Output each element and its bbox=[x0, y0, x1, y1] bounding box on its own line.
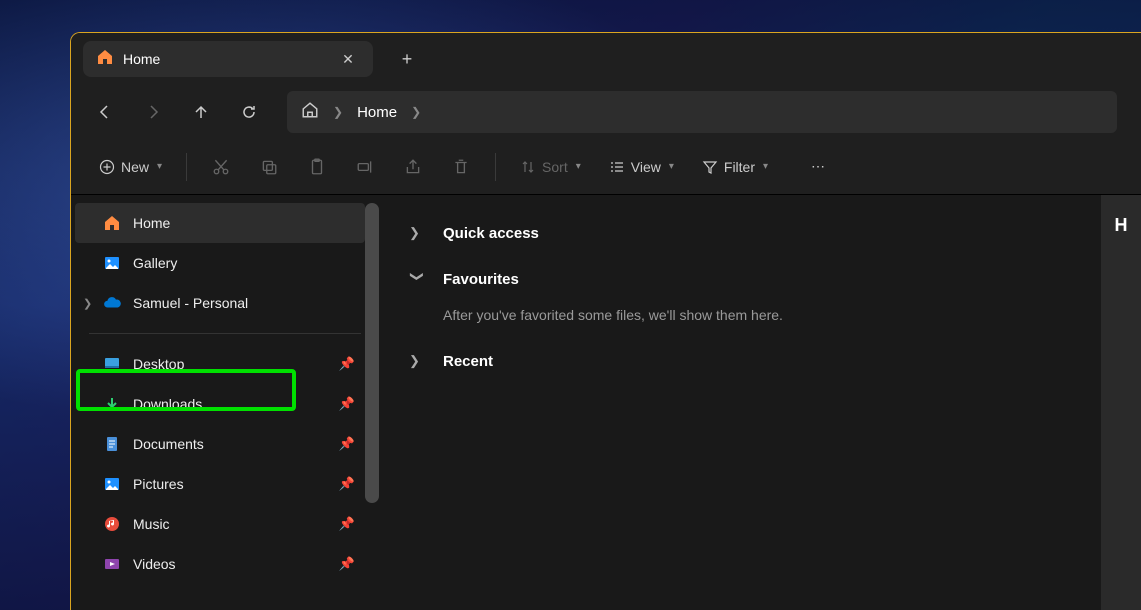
sort-button-label: Sort bbox=[542, 159, 568, 175]
new-tab-button[interactable]: + bbox=[389, 41, 425, 77]
sort-button[interactable]: Sort ▾ bbox=[510, 149, 591, 185]
pin-icon: 📌 bbox=[339, 516, 355, 532]
chevron-right-icon: ❯ bbox=[409, 353, 425, 369]
delete-button[interactable] bbox=[441, 149, 481, 185]
music-icon bbox=[103, 515, 121, 533]
desktop-icon bbox=[103, 355, 121, 373]
sidebar-item-videos[interactable]: Videos 📌 bbox=[75, 544, 365, 584]
pictures-icon bbox=[103, 475, 121, 493]
section-title: Quick access bbox=[443, 225, 539, 242]
forward-button[interactable] bbox=[133, 92, 173, 132]
sidebar-item-label: Downloads bbox=[133, 396, 202, 412]
chevron-down-icon: ▾ bbox=[576, 161, 581, 172]
up-button[interactable] bbox=[181, 92, 221, 132]
pin-icon: 📌 bbox=[339, 476, 355, 492]
sidebar-item-label: Gallery bbox=[133, 255, 177, 271]
downloads-icon bbox=[103, 395, 121, 413]
sidebar-item-label: Videos bbox=[133, 556, 176, 572]
sidebar-item-gallery[interactable]: Gallery bbox=[75, 243, 365, 283]
favourites-empty-message: After you've favorited some files, we'll… bbox=[443, 307, 1111, 323]
documents-icon bbox=[103, 435, 121, 453]
tab-home[interactable]: Home ✕ bbox=[83, 41, 373, 77]
refresh-button[interactable] bbox=[229, 92, 269, 132]
sidebar-item-label: Samuel - Personal bbox=[133, 295, 248, 311]
rename-button[interactable] bbox=[345, 149, 385, 185]
separator bbox=[186, 153, 187, 181]
sidebar-item-documents[interactable]: Documents 📌 bbox=[75, 424, 365, 464]
chevron-right-icon: ❯ bbox=[409, 225, 425, 241]
chevron-right-icon[interactable]: ❯ bbox=[83, 297, 92, 310]
sidebar-item-pictures[interactable]: Pictures 📌 bbox=[75, 464, 365, 504]
section-title: Recent bbox=[443, 353, 493, 370]
chevron-right-icon[interactable]: ❯ bbox=[411, 105, 421, 119]
section-favourites[interactable]: ❯ Favourites bbox=[409, 261, 1111, 297]
separator bbox=[495, 153, 496, 181]
new-button[interactable]: New ▾ bbox=[89, 149, 172, 185]
pin-icon: 📌 bbox=[339, 396, 355, 412]
share-button[interactable] bbox=[393, 149, 433, 185]
new-button-label: New bbox=[121, 159, 149, 175]
more-button[interactable]: ⋯ bbox=[798, 149, 838, 185]
chevron-right-icon: ❯ bbox=[333, 105, 343, 119]
pin-icon: 📌 bbox=[339, 436, 355, 452]
section-title: Favourites bbox=[443, 271, 519, 288]
details-panel[interactable]: H bbox=[1101, 195, 1141, 610]
view-button[interactable]: View ▾ bbox=[599, 149, 684, 185]
sidebar-item-downloads[interactable]: Downloads 📌 bbox=[75, 384, 365, 424]
sidebar-item-onedrive[interactable]: ❯ Samuel - Personal bbox=[75, 283, 365, 323]
content-area: Home Gallery ❯ Samuel - Personal Desktop… bbox=[71, 195, 1141, 610]
sidebar-item-home[interactable]: Home bbox=[75, 203, 365, 243]
main-panel: ❯ Quick access ❯ Favourites After you've… bbox=[379, 195, 1141, 610]
sidebar-item-label: Documents bbox=[133, 436, 204, 452]
home-icon bbox=[97, 49, 113, 70]
filter-button[interactable]: Filter ▾ bbox=[692, 149, 778, 185]
pin-icon: 📌 bbox=[339, 356, 355, 372]
copy-button[interactable] bbox=[249, 149, 289, 185]
close-tab-button[interactable]: ✕ bbox=[333, 44, 363, 74]
navigation-bar: ❯ Home ❯ bbox=[71, 85, 1141, 139]
sidebar-item-label: Home bbox=[133, 215, 170, 231]
sidebar-item-label: Music bbox=[133, 516, 170, 532]
pin-icon: 📌 bbox=[339, 556, 355, 572]
sidebar-item-music[interactable]: Music 📌 bbox=[75, 504, 365, 544]
sidebar-scrollbar[interactable] bbox=[365, 203, 379, 503]
tab-label: Home bbox=[123, 51, 323, 67]
filter-button-label: Filter bbox=[724, 159, 755, 175]
onedrive-icon bbox=[103, 294, 121, 312]
chevron-down-icon: ▾ bbox=[763, 161, 768, 172]
sidebar-item-desktop[interactable]: Desktop 📌 bbox=[75, 344, 365, 384]
chevron-down-icon: ▾ bbox=[157, 161, 162, 172]
section-quick-access[interactable]: ❯ Quick access bbox=[409, 215, 1111, 251]
sidebar-divider bbox=[89, 333, 361, 334]
breadcrumb-home-icon bbox=[301, 101, 319, 124]
back-button[interactable] bbox=[85, 92, 125, 132]
toolbar: New ▾ Sort ▾ View ▾ Filter ▾ ⋯ bbox=[71, 139, 1141, 195]
home-icon bbox=[103, 214, 121, 232]
address-bar[interactable]: ❯ Home ❯ bbox=[287, 91, 1117, 133]
details-panel-hint: H bbox=[1115, 215, 1128, 236]
section-recent[interactable]: ❯ Recent bbox=[409, 343, 1111, 379]
sidebar-item-label: Desktop bbox=[133, 356, 184, 372]
file-explorer-window: Home ✕ + ❯ Home ❯ New ▾ bbox=[70, 32, 1141, 610]
paste-button[interactable] bbox=[297, 149, 337, 185]
view-button-label: View bbox=[631, 159, 661, 175]
titlebar: Home ✕ + bbox=[71, 33, 1141, 85]
sidebar: Home Gallery ❯ Samuel - Personal Desktop… bbox=[71, 195, 379, 610]
chevron-down-icon: ❯ bbox=[409, 271, 425, 287]
gallery-icon bbox=[103, 254, 121, 272]
breadcrumb-label: Home bbox=[357, 104, 397, 121]
sidebar-item-label: Pictures bbox=[133, 476, 184, 492]
cut-button[interactable] bbox=[201, 149, 241, 185]
chevron-down-icon: ▾ bbox=[669, 161, 674, 172]
videos-icon bbox=[103, 555, 121, 573]
